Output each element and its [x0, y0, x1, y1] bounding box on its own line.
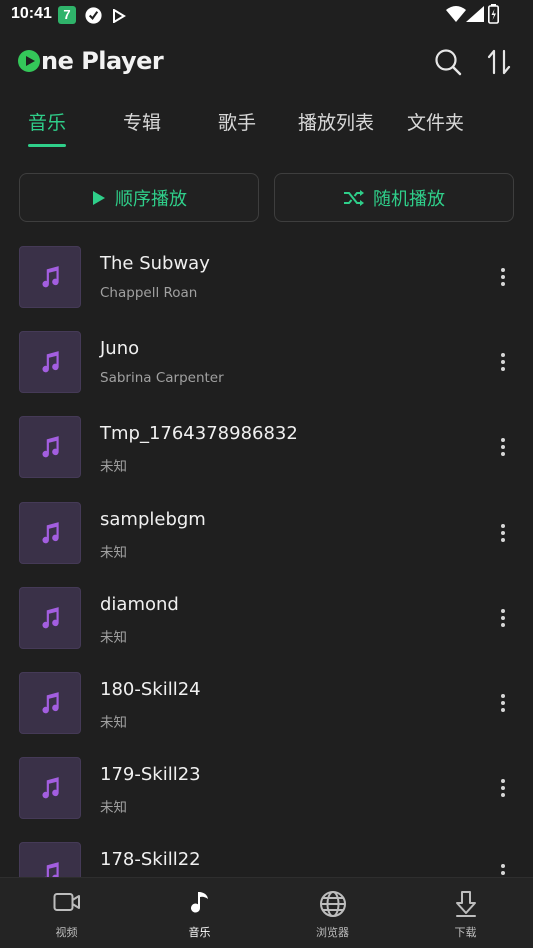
- app-bar: ne Player: [0, 40, 533, 84]
- song-thumbnail: [19, 416, 81, 478]
- song-row[interactable]: The Subway Chappell Roan: [0, 246, 533, 331]
- song-title: Juno: [100, 338, 140, 359]
- wifi-icon: [446, 6, 466, 26]
- music-note-icon: [42, 436, 59, 458]
- shuffle-play-button[interactable]: 随机播放: [274, 173, 514, 222]
- song-row[interactable]: 179-Skill23 未知: [0, 757, 533, 842]
- song-title: 179-Skill23: [100, 764, 201, 785]
- song-artist: 未知: [100, 715, 127, 731]
- more-options-button[interactable]: [490, 349, 516, 375]
- song-title: 178-Skill22: [100, 849, 201, 870]
- song-row[interactable]: Tmp_1764378986832 未知: [0, 416, 533, 501]
- tab-indicator: [28, 144, 66, 147]
- search-button[interactable]: [432, 46, 464, 78]
- screen: 10:41 7 ne Player 音乐 专辑 歌手 播放列表 文件夹 顺序播放…: [0, 0, 533, 948]
- play-icon: [93, 190, 105, 205]
- song-thumbnail: [19, 502, 81, 564]
- video-camera-icon: [53, 893, 80, 911]
- app-notification-icon: 7: [58, 6, 76, 24]
- song-artist: Sabrina Carpenter: [100, 370, 224, 386]
- app-logo: ne Player: [18, 46, 164, 76]
- more-options-button[interactable]: [490, 690, 516, 716]
- status-time: 10:41: [11, 5, 52, 22]
- song-title: The Subway: [100, 253, 210, 274]
- song-title: 180-Skill24: [100, 679, 201, 700]
- music-note-icon: [42, 351, 59, 373]
- song-thumbnail: [19, 587, 81, 649]
- search-icon: [435, 49, 462, 76]
- download-icon: [455, 891, 476, 917]
- song-row[interactable]: 180-Skill24 未知: [0, 672, 533, 757]
- nav-browser[interactable]: 浏览器: [266, 878, 399, 948]
- status-bar: 10:41 7: [0, 0, 533, 30]
- song-thumbnail: [19, 757, 81, 819]
- music-note-icon: [42, 777, 59, 799]
- tab-playlists[interactable]: 播放列表: [298, 108, 374, 135]
- sequential-play-button[interactable]: 顺序播放: [19, 173, 259, 222]
- play-store-icon: [112, 8, 126, 27]
- vpn-icon: [84, 6, 103, 29]
- music-note-icon: [42, 607, 59, 629]
- song-thumbnail: [19, 331, 81, 393]
- tab-artists[interactable]: 歌手: [218, 108, 256, 135]
- tab-albums[interactable]: 专辑: [123, 108, 161, 135]
- music-note-icon: [42, 692, 59, 714]
- globe-icon: [319, 891, 346, 917]
- category-tabs: 音乐 专辑 歌手 播放列表 文件夹: [0, 100, 533, 148]
- nav-music-label: 音乐: [188, 926, 211, 939]
- song-artist: 未知: [100, 545, 127, 561]
- song-artist: 未知: [100, 459, 127, 475]
- song-artist: 未知: [100, 630, 127, 646]
- song-thumbnail: [19, 246, 81, 308]
- music-note-icon: [190, 892, 208, 913]
- music-note-icon: [42, 266, 59, 288]
- more-options-button[interactable]: [490, 520, 516, 546]
- tab-music[interactable]: 音乐: [28, 108, 66, 135]
- sort-icon: [487, 49, 511, 75]
- logo-text: ne Player: [41, 47, 164, 75]
- song-thumbnail: [19, 672, 81, 734]
- nav-music[interactable]: 音乐: [133, 878, 266, 948]
- song-artist: Chappell Roan: [100, 285, 198, 301]
- nav-video-label: 视频: [55, 926, 78, 939]
- song-row[interactable]: Juno Sabrina Carpenter: [0, 331, 533, 416]
- nav-download-label: 下载: [454, 926, 477, 939]
- song-row[interactable]: samplebgm 未知: [0, 502, 533, 587]
- song-title: Tmp_1764378986832: [100, 423, 298, 444]
- sort-button[interactable]: [484, 46, 516, 78]
- nav-video[interactable]: 视频: [0, 878, 133, 948]
- logo-play-icon: [18, 50, 40, 72]
- sequential-play-label: 顺序播放: [115, 188, 187, 210]
- song-title: diamond: [100, 594, 179, 615]
- more-options-button[interactable]: [490, 434, 516, 460]
- more-options-button[interactable]: [490, 264, 516, 290]
- nav-browser-label: 浏览器: [316, 926, 349, 939]
- more-options-button[interactable]: [490, 775, 516, 801]
- bottom-navigation: 视频 音乐 浏览器 下载: [0, 877, 533, 948]
- song-row[interactable]: diamond 未知: [0, 587, 533, 672]
- more-options-button[interactable]: [490, 605, 516, 631]
- song-artist: 未知: [100, 800, 127, 816]
- tab-folders[interactable]: 文件夹: [407, 108, 464, 135]
- shuffle-play-label: 随机播放: [373, 188, 445, 210]
- song-title: samplebgm: [100, 509, 206, 530]
- nav-download[interactable]: 下载: [399, 878, 532, 948]
- shuffle-icon: [344, 189, 364, 206]
- signal-icon: [466, 6, 484, 26]
- music-note-icon: [42, 522, 59, 544]
- battery-icon: [488, 4, 499, 28]
